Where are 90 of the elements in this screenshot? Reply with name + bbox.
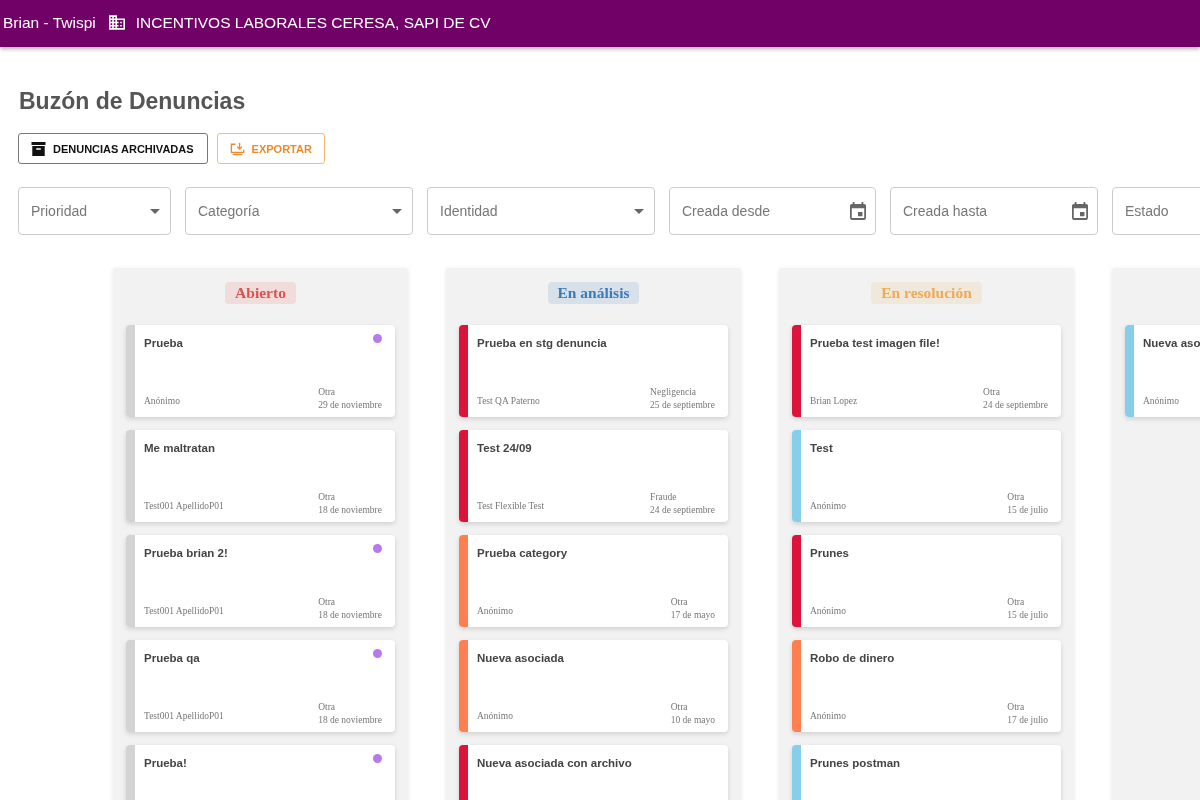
date-field[interactable]: Creada desde	[669, 187, 876, 235]
tray-download-icon	[229, 141, 245, 156]
page-title: Buzón de Denuncias	[19, 87, 246, 115]
card-title: Prueba qa	[144, 651, 200, 665]
report-card[interactable]: Prueba!	[126, 745, 395, 800]
column-title: En análisis	[547, 282, 640, 304]
card-title: Test 24/09	[477, 441, 532, 455]
report-card[interactable]: Me maltratan Test001 ApellidoP01 Otra 18 de noviembre	[126, 430, 395, 522]
column-title: Abierto	[225, 282, 296, 304]
card-date: 15 de julio	[1007, 609, 1048, 622]
card-date: 24 de septiembre	[983, 399, 1048, 412]
card-title: Nueva asociada	[477, 651, 564, 665]
report-card[interactable]: Test 24/09 Test Flexible Test Fraude 24 de septiembre	[459, 430, 728, 522]
card-category: Otra	[1007, 701, 1026, 714]
card-category: Otra	[1007, 596, 1026, 609]
card-title: Test	[810, 441, 833, 455]
card-title: Prueba test imagen file!	[810, 336, 940, 350]
card-title: Nueva asociada con archivo	[477, 756, 632, 770]
card-author: Anónimo	[810, 605, 846, 618]
card-author: Anónimo	[1143, 395, 1179, 408]
column-title: En resolución	[871, 282, 982, 304]
card-title: Prueba!	[144, 756, 187, 770]
report-card[interactable]: Prueba qa Test001 ApellidoP01 Otra 18 de noviembre	[126, 640, 395, 732]
report-card[interactable]: Robo de dinero Anónimo Otra 17 de julio	[792, 640, 1061, 732]
card-category: Otra	[318, 386, 337, 399]
calendar-icon	[1072, 202, 1088, 220]
card-date: 24 de septiembre	[650, 504, 715, 517]
card-title: Robo de dinero	[810, 651, 895, 665]
dropdown-caret-icon	[634, 209, 644, 214]
card-title: Me maltratan	[144, 441, 215, 455]
card-category: Otra	[670, 701, 689, 714]
card-category: Fraude	[650, 491, 678, 504]
report-card[interactable]: Prunes Anónimo Otra 15 de julio	[792, 535, 1061, 627]
report-card[interactable]: Nueva aso Anónimo	[1125, 325, 1200, 417]
card-date: 18 de noviembre	[318, 714, 382, 727]
user-name: Brian - Twispi	[3, 13, 96, 32]
archive-box-icon	[31, 141, 46, 156]
date-field[interactable]: Creada hasta	[890, 187, 1098, 235]
filter-select[interactable]: Prioridad	[18, 187, 171, 235]
calendar-icon	[850, 202, 866, 220]
card-category: Negligencia	[650, 386, 697, 399]
report-card[interactable]: Prueba Anónimo Otra 29 de noviembre	[126, 325, 395, 417]
card-author: Anónimo	[810, 710, 846, 723]
report-card[interactable]: Prueba en stg denuncia Test QA Paterno Negligencia 25 de septiembre	[459, 325, 728, 417]
card-date: 18 de noviembre	[318, 609, 382, 622]
card-date: 17 de julio	[1007, 714, 1048, 727]
report-card[interactable]: Test Anónimo Otra 15 de julio	[792, 430, 1061, 522]
card-date: 10 de mayo	[670, 714, 715, 727]
card-author: Test001 ApellidoP01	[144, 710, 224, 723]
card-author: Anónimo	[810, 500, 846, 513]
card-author: Anónimo	[477, 710, 513, 723]
report-card[interactable]: Prueba test imagen file! Brian Lopez Otra 24 de septiembre	[792, 325, 1061, 417]
card-category: Otra	[318, 701, 337, 714]
card-category: Otra	[983, 386, 1001, 399]
company-name: INCENTIVOS LABORALES CERESA, SAPI DE CV	[135, 13, 491, 32]
card-category: Otra	[670, 596, 689, 609]
card-category: Otra	[1007, 491, 1026, 504]
card-date: 17 de mayo	[670, 609, 715, 622]
card-title: Nueva aso	[1143, 336, 1200, 350]
report-card[interactable]: Prunes postman	[792, 745, 1061, 800]
card-category: Otra	[318, 491, 337, 504]
building-icon	[108, 15, 125, 30]
report-card[interactable]: Nueva asociada con archivo	[459, 745, 728, 800]
card-date: 29 de noviembre	[318, 399, 382, 412]
card-author: Test Flexible Test	[477, 500, 545, 513]
card-date: 18 de noviembre	[318, 504, 382, 517]
card-author: Anónimo	[144, 395, 180, 408]
filter-select[interactable]: Categoría	[185, 187, 413, 235]
card-title: Prueba en stg denuncia	[477, 336, 607, 350]
report-card[interactable]: Prueba category Anónimo Otra 17 de mayo	[459, 535, 728, 627]
dropdown-caret-icon	[392, 209, 402, 214]
card-author: Brian Lopez	[810, 395, 858, 408]
card-author: Anónimo	[477, 605, 513, 618]
card-author: Test001 ApellidoP01	[144, 500, 224, 513]
card-author: Test QA Paterno	[477, 395, 540, 408]
archived-button[interactable]: DENUNCIAS ARCHIVADAS	[18, 133, 208, 164]
card-title: Prueba category	[477, 546, 568, 560]
card-date: 15 de julio	[1007, 504, 1048, 517]
card-title: Prueba brian 2!	[144, 546, 228, 560]
card-title: Prunes postman	[810, 756, 901, 770]
dropdown-caret-icon	[150, 209, 160, 214]
filter-select[interactable]: Identidad	[427, 187, 655, 235]
card-title: Prunes	[810, 546, 849, 560]
card-author: Test001 ApellidoP01	[144, 605, 224, 618]
card-title: Prueba	[144, 336, 183, 350]
report-card[interactable]: Nueva asociada Anónimo Otra 10 de mayo	[459, 640, 728, 732]
card-date: 25 de septiembre	[650, 399, 715, 412]
filter-field[interactable]: Estado	[1112, 187, 1200, 235]
report-card[interactable]: Prueba brian 2! Test001 ApellidoP01 Otra 18 de noviembre	[126, 535, 395, 627]
card-category: Otra	[318, 596, 337, 609]
